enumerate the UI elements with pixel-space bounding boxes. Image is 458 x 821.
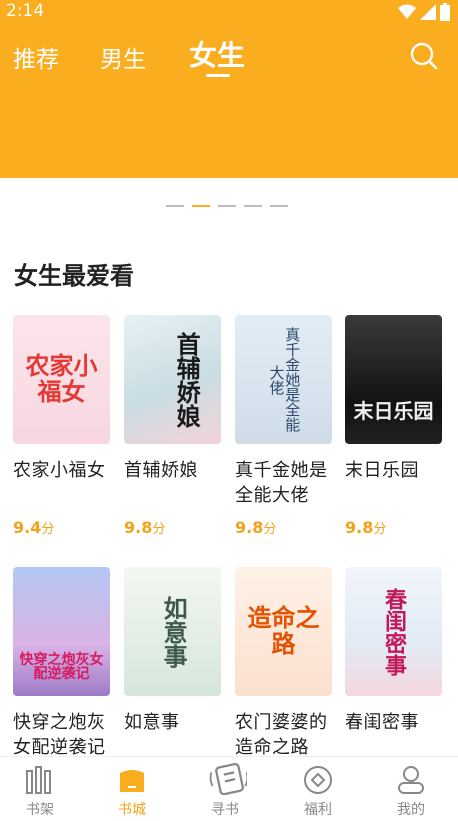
header-banner: 2:14 推荐 男生 女生 xyxy=(0,0,458,178)
book-cover: 如意事 xyxy=(124,567,221,696)
nav-welfare[interactable]: 福利 xyxy=(278,757,358,821)
find-book-icon xyxy=(209,762,247,795)
book-cover: 农家小福女 xyxy=(13,315,110,444)
book-card[interactable]: 造命之路 农门婆婆的造命之路 xyxy=(235,567,333,760)
book-title: 春闺密事 xyxy=(345,712,419,733)
nav-profile[interactable]: 我的 xyxy=(371,757,451,821)
book-title: 农家小福女 xyxy=(13,460,106,481)
book-rating: 9.8分 xyxy=(345,518,387,537)
nav-label: 我的 xyxy=(397,802,425,818)
search-icon[interactable] xyxy=(410,42,438,70)
profile-icon xyxy=(398,766,424,794)
nav-label: 寻书 xyxy=(211,802,239,818)
book-title: 真千金她是全能大佬 xyxy=(235,460,328,506)
book-title: 如意事 xyxy=(124,712,180,733)
active-tab-indicator xyxy=(206,74,230,77)
book-card[interactable]: 快穿之炮灰女配逆袭记 快穿之炮灰女配逆袭记 xyxy=(13,567,111,760)
nav-find-book[interactable]: 寻书 xyxy=(185,757,265,821)
book-rating: 9.4分 xyxy=(13,518,55,537)
pagination-dot xyxy=(244,205,262,207)
nav-bookshelf[interactable]: 书架 xyxy=(0,757,80,821)
book-cover: 春闺密事 xyxy=(345,567,442,696)
nav-label: 书架 xyxy=(26,802,54,818)
banner-pagination xyxy=(166,205,288,207)
wifi-icon xyxy=(398,4,416,19)
status-time: 2:14 xyxy=(6,1,45,21)
book-title: 快穿之炮灰女配逆袭记 xyxy=(13,712,106,758)
nav-label: 书城 xyxy=(118,802,146,818)
book-rating: 9.8分 xyxy=(235,518,277,537)
book-title: 末日乐园 xyxy=(345,460,419,481)
book-cover: 末日乐园 xyxy=(345,315,442,444)
pagination-dot xyxy=(166,205,184,207)
bookshelf-icon xyxy=(26,766,51,794)
book-rating: 9.8分 xyxy=(124,518,166,537)
pagination-dot xyxy=(218,205,236,207)
pagination-dot-active xyxy=(192,205,210,207)
book-card[interactable]: 春闺密事 春闺密事 xyxy=(345,567,443,735)
book-card[interactable]: 末日乐园 末日乐园 9.8分 xyxy=(345,315,443,537)
book-card[interactable]: 真千金她是全能大佬 真千金她是全能大佬 9.8分 xyxy=(235,315,333,537)
tab-female[interactable]: 女生 xyxy=(189,34,245,74)
section-title: 女生最爱看 xyxy=(14,262,134,290)
book-card[interactable]: 如意事 如意事 xyxy=(124,567,222,735)
book-card[interactable]: 农家小福女 农家小福女 9.4分 xyxy=(13,315,111,537)
nav-label: 福利 xyxy=(304,802,332,818)
bookstore-icon xyxy=(120,770,144,792)
category-tabs: 推荐 男生 女生 xyxy=(0,30,458,86)
status-icons xyxy=(398,3,450,21)
book-cover: 真千金她是全能大佬 xyxy=(235,315,332,444)
book-card[interactable]: 首辅娇娘 首辅娇娘 9.8分 xyxy=(124,315,222,537)
tab-male[interactable]: 男生 xyxy=(100,40,146,74)
tab-recommend[interactable]: 推荐 xyxy=(13,40,59,74)
pagination-dot xyxy=(270,205,288,207)
status-bar: 2:14 xyxy=(0,0,458,24)
book-title: 首辅娇娘 xyxy=(124,460,198,481)
nav-bookstore[interactable]: 书城 xyxy=(92,757,172,821)
book-cover: 造命之路 xyxy=(235,567,332,696)
welfare-icon xyxy=(304,766,332,794)
book-cover: 首辅娇娘 xyxy=(124,315,221,444)
book-cover: 快穿之炮灰女配逆袭记 xyxy=(13,567,110,696)
signal-icon xyxy=(420,4,436,20)
bottom-navigation: 书架 书城 寻书 福利 我的 xyxy=(0,756,458,821)
book-title: 农门婆婆的造命之路 xyxy=(235,712,328,758)
battery-icon xyxy=(440,3,450,21)
